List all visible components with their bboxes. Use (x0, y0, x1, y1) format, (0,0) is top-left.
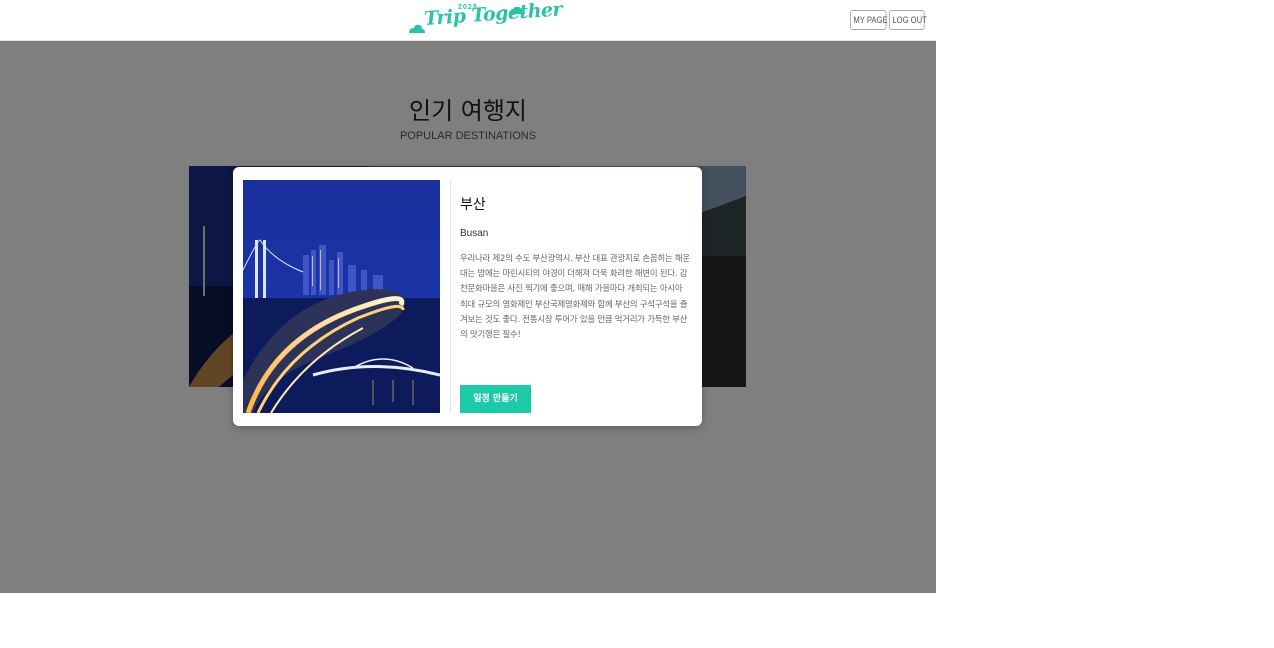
destination-subtitle: Busan (460, 228, 489, 239)
modal-divider (450, 180, 451, 413)
app-window: 2023 Trip Together MY PAGE LOG OUT 인기 여행… (0, 0, 936, 593)
busan-photo (243, 180, 440, 413)
cloud-icon (409, 24, 425, 33)
destination-modal: 부산 Busan 우리나라 제2의 수도 부산광역시. 부산 대표 관광지로 손… (233, 167, 702, 426)
trip-together-logo[interactable]: 2023 Trip Together (408, 0, 563, 39)
destination-title: 부산 (460, 197, 486, 213)
logout-button[interactable]: LOG OUT (889, 10, 927, 30)
my-page-button[interactable]: MY PAGE (850, 10, 888, 30)
destination-description: 우리나라 제2의 수도 부산광역시. 부산 대표 관광지로 손꼽히는 해운대는 … (460, 253, 690, 340)
create-schedule-button[interactable]: 일정 만들기 (460, 385, 531, 413)
top-header: 2023 Trip Together MY PAGE LOG OUT (0, 0, 936, 41)
logo-wordmark: Trip Together (423, 0, 563, 31)
